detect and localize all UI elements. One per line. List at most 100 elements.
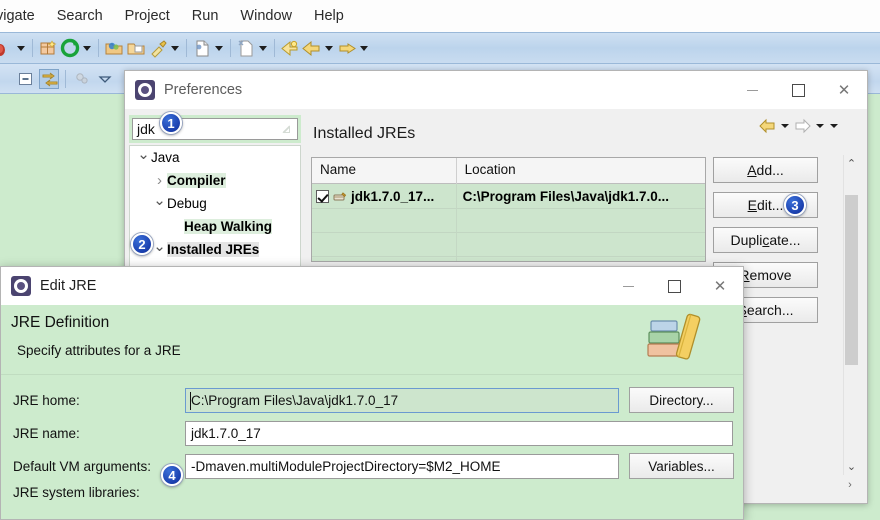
- jre-home-label: JRE home:: [13, 392, 80, 408]
- main-toolbar: [0, 32, 880, 64]
- jre-home-input[interactable]: C:\Program Files\Java\jdk1.7.0_17: [185, 387, 619, 413]
- variables-button[interactable]: Variables...: [629, 453, 734, 479]
- table-cell-location: C:\Program Files\Java\jdk1.7.0...: [462, 188, 669, 204]
- run-icon[interactable]: [60, 38, 80, 58]
- scroll-up-icon[interactable]: ⌃: [844, 155, 859, 172]
- jre-icon: [333, 190, 347, 203]
- clear-icon[interactable]: [278, 121, 294, 137]
- vm-arguments-label: Default VM arguments:: [13, 458, 152, 474]
- link-with-editor-icon[interactable]: [39, 68, 59, 89]
- column-header-location[interactable]: Location: [457, 158, 705, 184]
- jre-name: jdk1.7.0_17...: [351, 188, 435, 204]
- tree-item-java[interactable]: Java: [130, 146, 300, 169]
- debug-dropdown-icon[interactable]: [16, 38, 27, 58]
- installed-jres-table[interactable]: Name Location jdk1.7.0_17... C:\Program …: [311, 157, 706, 262]
- view-menu-icon[interactable]: [829, 118, 839, 134]
- back-nav-icon[interactable]: [302, 38, 322, 58]
- open-resource-icon[interactable]: [126, 38, 146, 58]
- filter-input[interactable]: jdk: [132, 118, 298, 140]
- tree-item-installed-jres[interactable]: Installed JREs: [130, 238, 300, 261]
- new-java-file-dropdown-icon[interactable]: [214, 38, 225, 58]
- back-dropdown-icon[interactable]: [780, 118, 790, 134]
- chevron-down-icon[interactable]: [136, 150, 151, 165]
- edit-jre-titlebar[interactable]: Edit JRE ✕: [1, 267, 743, 305]
- back-nav-dropdown-icon[interactable]: [324, 38, 335, 58]
- vm-arguments-input[interactable]: -Dmaven.multiModuleProjectDirectory=$M2_…: [185, 453, 619, 479]
- table-row[interactable]: jdk1.7.0_17... C:\Program Files\Java\jdk…: [312, 184, 705, 208]
- toolbar-separator: [65, 69, 66, 88]
- chevron-right-icon[interactable]: [152, 173, 167, 188]
- preferences-window-controls: ✕: [729, 71, 867, 109]
- annotation-badge-3: 3: [784, 194, 806, 216]
- filter-icon[interactable]: [72, 69, 92, 89]
- forward-arrow-icon[interactable]: [794, 118, 811, 134]
- table-header: Name Location: [312, 158, 705, 184]
- table-empty-row: [312, 232, 705, 256]
- tree-item-compiler[interactable]: Compiler: [130, 169, 300, 192]
- close-button[interactable]: ✕: [697, 267, 743, 305]
- edit-jre-dialog: Edit JRE ✕ JRE Definition Specify attrib…: [0, 266, 744, 520]
- add-button[interactable]: Add...: [713, 157, 818, 183]
- debug-icon[interactable]: [0, 38, 14, 58]
- external-tools-icon[interactable]: [148, 38, 168, 58]
- close-button[interactable]: ✕: [821, 71, 867, 109]
- tree-item-debug[interactable]: Debug: [130, 192, 300, 215]
- books-icon: [645, 313, 703, 367]
- scrollbar-thumb[interactable]: [845, 195, 858, 365]
- previous-annotation-icon[interactable]: [280, 38, 300, 58]
- jre-name-input[interactable]: jdk1.7.0_17: [185, 420, 733, 446]
- filter-input-value: jdk: [137, 121, 155, 137]
- annotation-badge-2: 2: [131, 233, 153, 255]
- view-menu-icon[interactable]: [95, 69, 115, 89]
- eclipse-icon: [11, 276, 31, 296]
- toolbar-separator: [230, 39, 231, 57]
- column-header-name[interactable]: Name: [312, 158, 457, 184]
- field-row-jre-name: JRE name: jdk1.7.0_17: [1, 418, 743, 448]
- toolbar-separator: [98, 39, 99, 57]
- tree-item-label: Compiler: [167, 173, 226, 188]
- forward-arrow-icon[interactable]: [337, 38, 357, 58]
- run-dropdown-icon[interactable]: [82, 38, 93, 58]
- toolbar-separator: [186, 39, 187, 57]
- menu-item-project[interactable]: Project: [114, 8, 181, 24]
- edit-jre-window-controls: ✕: [605, 267, 743, 305]
- tree-item-heap-walking[interactable]: Heap Walking: [130, 215, 300, 238]
- open-type-icon[interactable]: [104, 38, 124, 58]
- header-subheading: Specify attributes for a JRE: [17, 343, 181, 358]
- preferences-titlebar[interactable]: Preferences ✕: [125, 71, 867, 109]
- tree-item-label: Debug: [167, 196, 207, 211]
- maximize-button[interactable]: [651, 267, 697, 305]
- annotation-badge-4: 4: [161, 464, 183, 486]
- scroll-right-icon[interactable]: ›: [842, 477, 858, 493]
- chevron-down-icon[interactable]: [152, 242, 167, 257]
- menu-item-window[interactable]: Window: [229, 8, 303, 24]
- new-java-file-icon[interactable]: [192, 38, 212, 58]
- row-checkbox[interactable]: [316, 189, 329, 203]
- menu-item-run[interactable]: Run: [181, 8, 230, 24]
- maximize-button[interactable]: [775, 71, 821, 109]
- jre-system-libraries-label: JRE system libraries:: [13, 485, 140, 500]
- edit-jre-header: JRE Definition Specify attributes for a …: [1, 305, 743, 375]
- forward-dropdown-icon[interactable]: [815, 118, 825, 134]
- directory-button[interactable]: Directory...: [629, 387, 734, 413]
- forward-dropdown-icon[interactable]: [359, 38, 370, 58]
- new-package-icon[interactable]: [38, 38, 58, 58]
- preferences-title: Preferences: [164, 82, 243, 98]
- collapse-all-icon[interactable]: [16, 69, 36, 89]
- header-heading: JRE Definition: [11, 314, 110, 331]
- search-dropdown-icon[interactable]: [258, 38, 269, 58]
- minimize-button[interactable]: [605, 267, 651, 305]
- menu-item-help[interactable]: Help: [303, 8, 355, 24]
- menu-item-search[interactable]: Search: [46, 8, 114, 24]
- back-arrow-icon[interactable]: [759, 118, 776, 134]
- chevron-down-icon[interactable]: [152, 196, 167, 211]
- external-tools-dropdown-icon[interactable]: [170, 38, 181, 58]
- scroll-down-icon[interactable]: ⌄: [844, 458, 859, 475]
- vertical-scrollbar[interactable]: ⌃ ⌄: [843, 155, 858, 475]
- duplicate-button[interactable]: Dupli c ate...: [713, 227, 818, 253]
- tree-item-label: Heap Walking: [184, 219, 273, 234]
- menu-item-navigate[interactable]: vigate: [0, 8, 46, 24]
- table-cell-name: jdk1.7.0_17...: [312, 184, 457, 208]
- minimize-button[interactable]: [729, 71, 775, 109]
- search-icon[interactable]: [236, 38, 256, 58]
